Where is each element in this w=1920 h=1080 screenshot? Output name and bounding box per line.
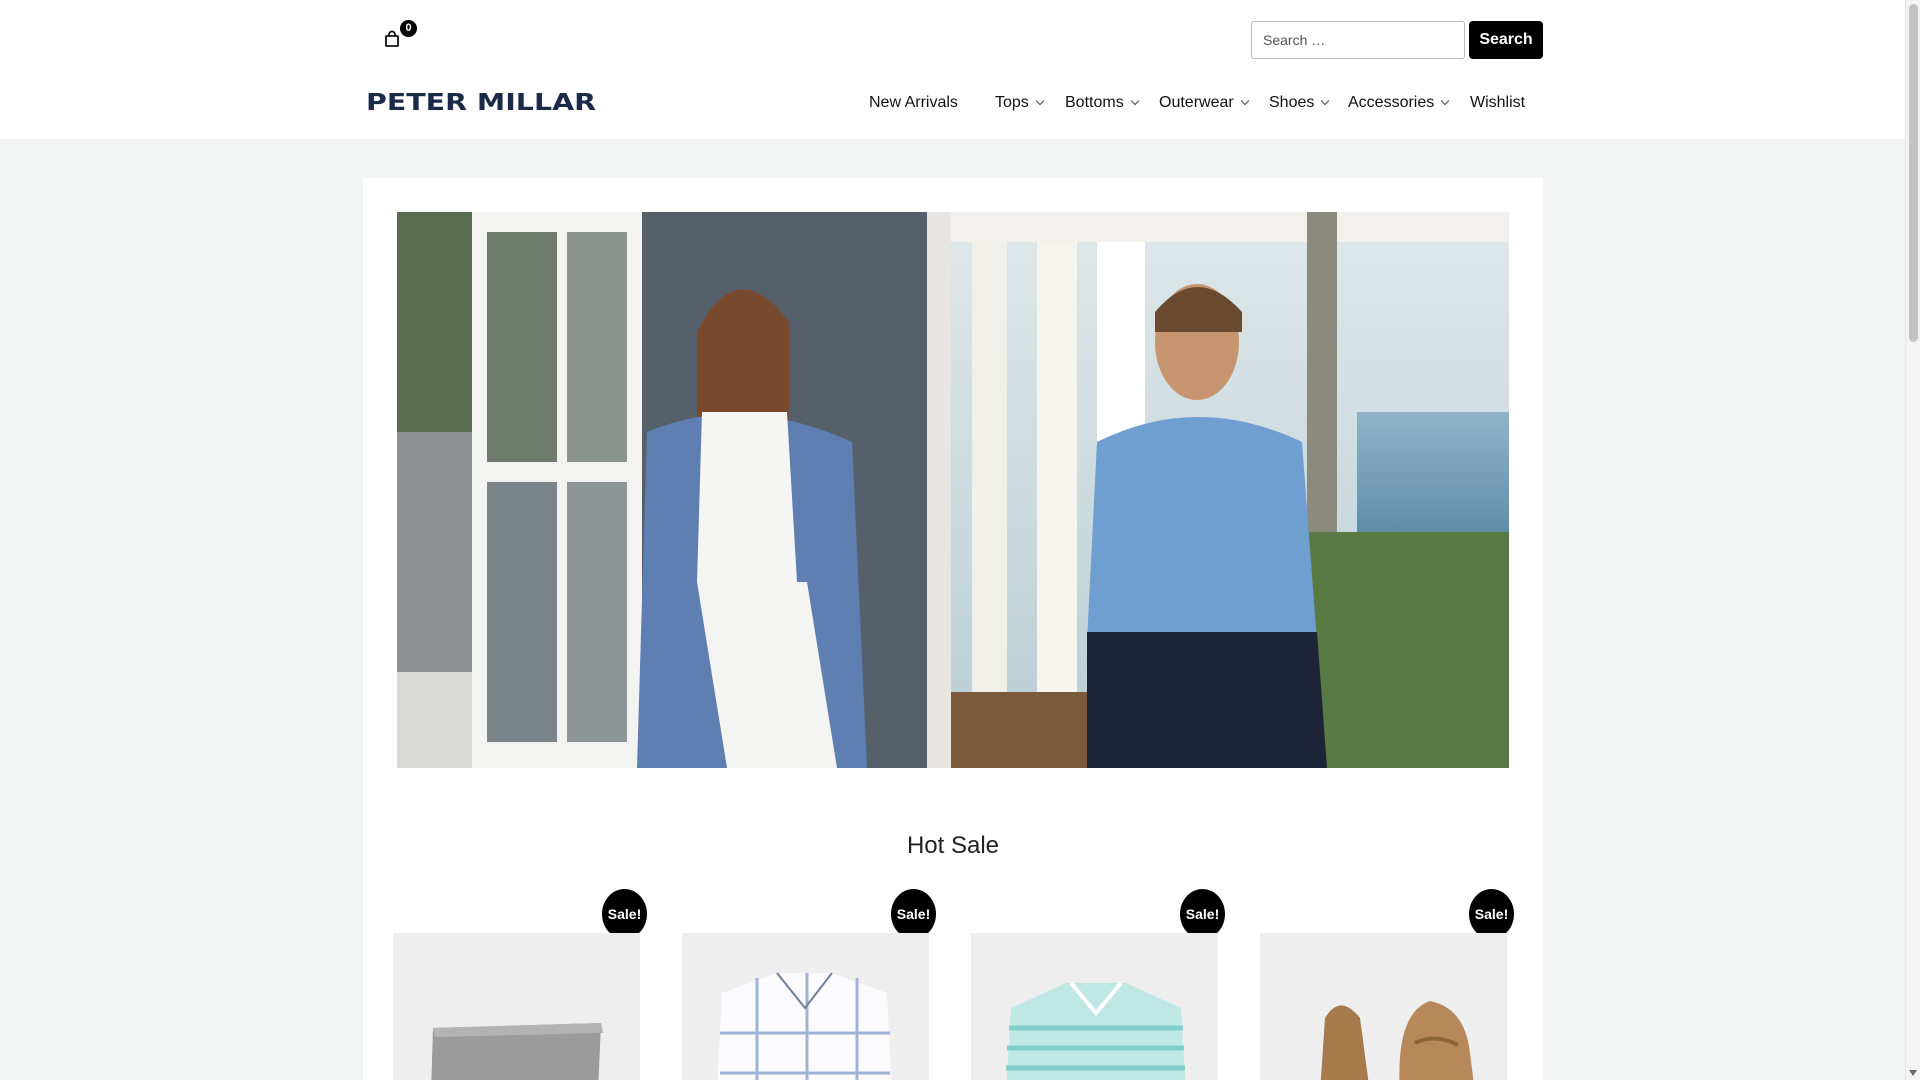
sale-badge: Sale! — [602, 889, 647, 939]
hero-banner-image[interactable] — [397, 212, 1509, 768]
product-image-scarf[interactable] — [393, 933, 640, 1080]
sale-badge: Sale! — [1180, 889, 1225, 939]
chevron-down-icon — [1321, 96, 1330, 106]
sale-badge: Sale! — [891, 889, 936, 939]
scrollbar-thumb[interactable] — [1909, 4, 1918, 342]
nav-label: Tops — [995, 94, 1029, 111]
nav-label: Wishlist — [1470, 94, 1526, 111]
shirt-image — [682, 933, 929, 1080]
nav-label: Shoes — [1269, 94, 1315, 111]
product-image-polo[interactable] — [971, 933, 1218, 1080]
product-image-shirt[interactable] — [682, 933, 929, 1080]
site-header: 0 Search PETER MILLAR New Arrivals Tops … — [0, 0, 1905, 139]
nav-accessories[interactable]: Accessories — [1348, 90, 1450, 116]
product-card[interactable]: Sale! — [393, 889, 647, 1080]
product-card[interactable]: Sale! — [1260, 889, 1514, 1080]
chevron-down-icon — [1240, 96, 1249, 106]
chevron-down-icon — [1035, 96, 1045, 106]
page-scrollbar[interactable] — [1905, 0, 1920, 1080]
search-button[interactable]: Search — [1469, 21, 1543, 59]
nav-shoes[interactable]: Shoes — [1269, 90, 1330, 116]
nav-new-arrivals[interactable]: New Arrivals — [869, 90, 958, 116]
sale-badge: Sale! — [1469, 889, 1514, 939]
product-card[interactable]: Sale! — [682, 889, 936, 1080]
nav-wishlist[interactable]: Wishlist — [1470, 90, 1525, 116]
chevron-down-icon — [1130, 96, 1139, 106]
nav-tops[interactable]: Tops — [995, 90, 1045, 116]
polo-image — [971, 933, 1218, 1080]
product-image-loafers[interactable] — [1260, 933, 1507, 1080]
cart-button[interactable]: 0 — [382, 20, 417, 54]
nav-outerwear[interactable]: Outerwear — [1159, 90, 1249, 116]
shopping-bag-icon — [385, 30, 399, 47]
nav-label: Outerwear — [1159, 94, 1234, 111]
loafers-image — [1260, 933, 1507, 1080]
main-content: Hot Sale Sale! Sale! Sale! Sale! — [363, 178, 1543, 1080]
nav-bottoms[interactable]: Bottoms — [1065, 90, 1139, 116]
search-input[interactable] — [1251, 21, 1465, 59]
scarf-image — [393, 933, 640, 1080]
hero-photo — [397, 212, 1509, 768]
scroll-down-arrow-icon[interactable] — [1909, 1070, 1917, 1076]
nav-label: New Arrivals — [869, 94, 958, 111]
main-nav: New Arrivals Tops Bottoms Outerwear Shoe… — [0, 90, 1905, 116]
cart-count-badge: 0 — [400, 20, 417, 37]
chevron-down-icon — [1441, 96, 1450, 106]
nav-label: Bottoms — [1065, 94, 1124, 111]
section-title-hot-sale: Hot Sale — [906, 832, 1000, 859]
product-card[interactable]: Sale! — [971, 889, 1225, 1080]
nav-label: Accessories — [1348, 94, 1435, 111]
